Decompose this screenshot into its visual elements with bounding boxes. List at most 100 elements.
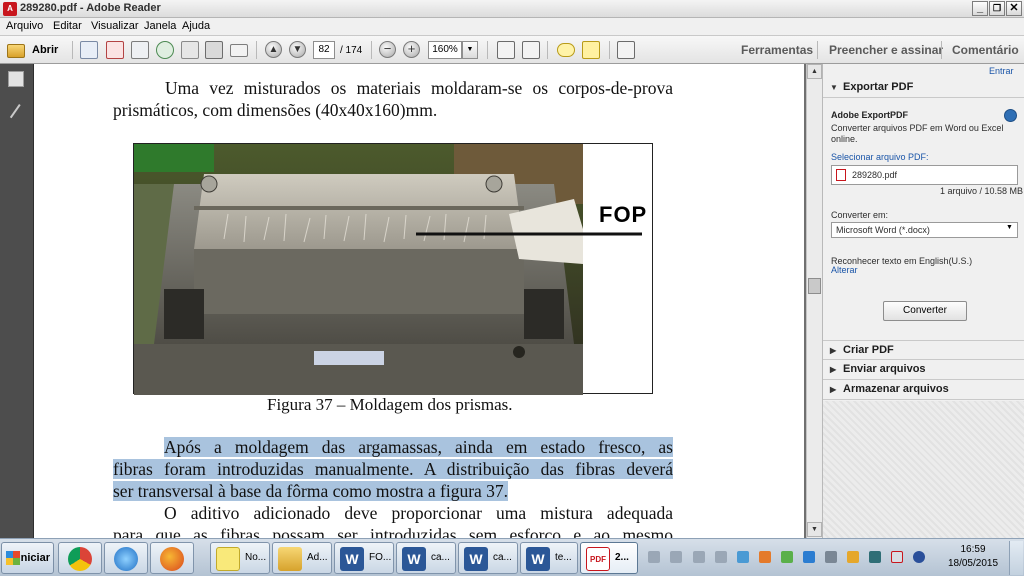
tray-app-icon[interactable] [847, 551, 859, 563]
flag-icon[interactable] [670, 551, 682, 563]
export-pdf-header[interactable]: ▼ Exportar PDF [823, 78, 1024, 98]
taskbar-word-4[interactable]: W te... [520, 542, 578, 574]
print-icon[interactable] [205, 41, 223, 59]
highlight-icon[interactable] [582, 41, 600, 59]
menu-visualizar[interactable]: Visualizar [91, 20, 139, 32]
bluetooth-icon[interactable] [913, 551, 925, 563]
next-page-button[interactable]: ▼ [289, 41, 306, 58]
close-button[interactable]: ✕ [1006, 1, 1022, 16]
export-pdf-icon[interactable] [106, 41, 124, 59]
tray-app-icon[interactable] [825, 551, 837, 563]
paragraph-2[interactable]: Após a moldagem das argamassas, ainda em… [113, 436, 673, 502]
tray-app-icon[interactable] [759, 551, 771, 563]
expanded-triangle-icon: ▼ [830, 83, 838, 92]
navigation-pane [0, 64, 34, 538]
file-name[interactable]: 289280.pdf [852, 170, 897, 180]
volume-icon[interactable] [715, 551, 727, 563]
title-bar: A 289280.pdf - Adobe Reader _ ❐ ✕ [0, 0, 1024, 18]
file-info: 1 arquivo / 10.58 MB [940, 186, 1024, 196]
folder-icon [278, 547, 302, 571]
zoom-out-button[interactable]: − [379, 41, 396, 58]
comment-link[interactable]: Comentário [952, 43, 1019, 57]
comment-icon[interactable] [557, 43, 575, 57]
fit-width-icon[interactable] [522, 41, 540, 59]
create-pdf-icon[interactable] [80, 41, 98, 59]
start-button[interactable]: Iniciar [1, 542, 54, 574]
paragraph-3: O aditivo adicionado deve proporcionar u… [113, 502, 673, 538]
taskbar-folder[interactable]: Ad... [272, 542, 332, 574]
info-icon[interactable] [1004, 109, 1017, 122]
toolbar: Abrir ▲ ▼ 82 / 174 − + 160% ▼ Ferramenta… [0, 36, 1024, 64]
send-files-section[interactable]: ▶ Enviar arquivos [823, 360, 1024, 380]
taskbar-word-2[interactable]: W ca... [396, 542, 456, 574]
zoom-input[interactable]: 160% [428, 41, 462, 59]
email-icon[interactable] [230, 44, 248, 57]
taskbar-ie[interactable] [104, 542, 148, 574]
taskbar-notes-label: No... [245, 552, 267, 563]
highlighted-text-line-3[interactable]: ser transversal à base da fôrma como mos… [113, 481, 509, 501]
page-thumbnails-icon[interactable] [8, 71, 24, 87]
show-desktop-button[interactable] [1009, 541, 1023, 575]
send-files-title: Enviar arquivos [843, 363, 926, 375]
zoom-dropdown-button[interactable]: ▼ [462, 41, 478, 59]
taskbar-word-1[interactable]: W FO... [334, 542, 394, 574]
taskbar-word-3-label: ca... [493, 552, 512, 563]
pdf-file-icon [836, 169, 846, 181]
format-select[interactable]: Microsoft Word (*.docx) ▼ [831, 222, 1018, 238]
cloud-upload-icon[interactable] [156, 41, 174, 59]
taskbar-word-2-label: ca... [431, 552, 450, 563]
taskbar-chrome[interactable] [58, 542, 102, 574]
signin-link[interactable]: Entrar [989, 66, 1014, 76]
document-view[interactable]: Uma vez misturados os materiais moldaram… [34, 64, 806, 538]
fill-sign-link[interactable]: Preencher e assinar [829, 43, 943, 57]
save-icon[interactable] [181, 41, 199, 59]
tray-app-icon[interactable] [781, 551, 793, 563]
mold-photo [134, 144, 642, 395]
taskbar-word-3[interactable]: W ca... [458, 542, 518, 574]
tray-app-icon[interactable] [891, 551, 903, 563]
restore-button[interactable]: ❐ [989, 1, 1005, 16]
tray-app-icon[interactable] [803, 551, 815, 563]
clock-date: 18/05/2015 [947, 558, 999, 569]
zoom-in-button[interactable]: + [403, 41, 420, 58]
file-list[interactable]: 289280.pdf [831, 165, 1018, 185]
taskbar-adobe-reader[interactable]: PDF 2... [580, 542, 638, 574]
fit-page-icon[interactable] [497, 41, 515, 59]
page-number-input[interactable]: 82 [313, 41, 335, 59]
taskbar-word-4-label: te... [555, 552, 572, 563]
vertical-scrollbar[interactable]: ▲ ▼ [806, 64, 822, 538]
menu-editar[interactable]: Editar [53, 20, 82, 32]
tools-link[interactable]: Ferramentas [741, 43, 813, 57]
signal-icon[interactable] [693, 551, 705, 563]
attachments-icon[interactable] [9, 104, 24, 120]
network-icon[interactable] [648, 551, 660, 563]
scrollbar-thumb[interactable] [808, 278, 821, 294]
previous-page-button[interactable]: ▲ [265, 41, 282, 58]
scroll-down-icon[interactable]: ▼ [807, 522, 822, 537]
menu-janela[interactable]: Janela [144, 20, 176, 32]
change-language-link[interactable]: Alterar [831, 265, 858, 275]
open-folder-icon[interactable] [7, 44, 25, 58]
menu-ajuda[interactable]: Ajuda [182, 20, 210, 32]
toolbar-separator [72, 41, 73, 59]
edit-pdf-icon[interactable] [131, 41, 149, 59]
fullscreen-icon[interactable] [617, 41, 635, 59]
open-label[interactable]: Abrir [32, 44, 58, 56]
tray-app-icon[interactable] [869, 551, 881, 563]
chrome-icon [68, 547, 92, 571]
tray-app-icon[interactable] [737, 551, 749, 563]
highlighted-text-line-1[interactable]: Após a moldagem das argamassas, ainda em… [164, 437, 673, 457]
figure-label: FOP [599, 202, 648, 227]
toolbar-separator [487, 41, 488, 59]
convert-button[interactable]: Converter [883, 301, 967, 321]
create-pdf-section[interactable]: ▶ Criar PDF [823, 340, 1024, 360]
taskbar-firefox[interactable] [150, 542, 194, 574]
store-files-section[interactable]: ▶ Armazenar arquivos [823, 380, 1024, 400]
taskbar-notes[interactable]: No... [210, 542, 270, 574]
menu-arquivo[interactable]: Arquivo [6, 20, 43, 32]
scroll-up-icon[interactable]: ▲ [807, 64, 822, 79]
service-title: Adobe ExportPDF [831, 110, 909, 120]
highlighted-text-line-2[interactable]: fibras foram introduzidas manualmente. A… [113, 459, 673, 479]
minimize-button[interactable]: _ [972, 1, 988, 16]
clock[interactable]: 16:59 18/05/2015 [943, 543, 1003, 571]
